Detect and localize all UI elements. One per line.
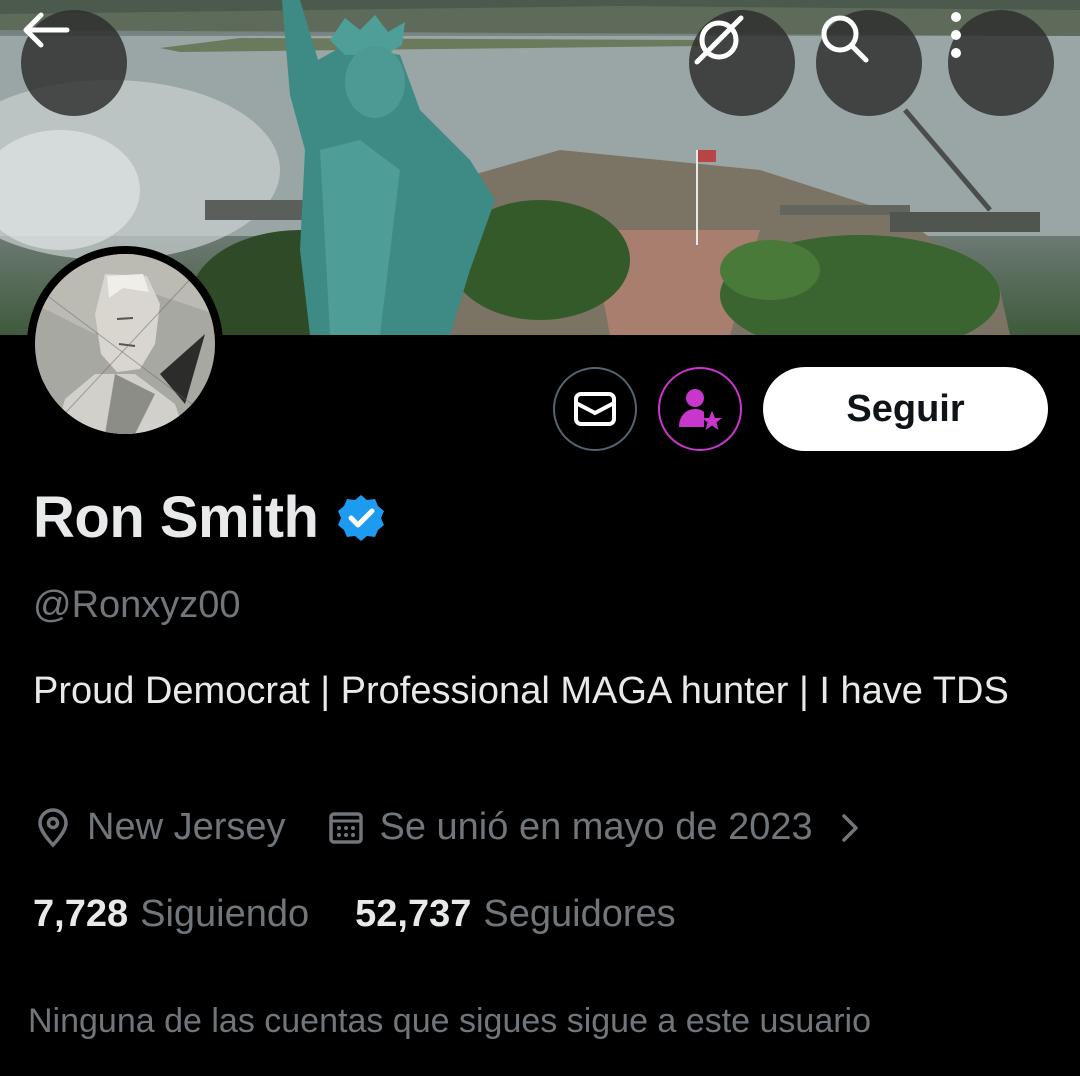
verified-badge-icon[interactable] [336, 493, 386, 543]
message-button[interactable] [553, 367, 637, 451]
person-star-icon [679, 389, 722, 430]
location-pin-icon [38, 807, 68, 848]
name-row: Ron Smith [33, 484, 386, 551]
followers-link[interactable]: 52,737 Seguidores [355, 893, 675, 936]
followers-label: Seguidores [483, 893, 676, 935]
more-options-button[interactable] [948, 10, 1054, 116]
subscribe-button[interactable] [658, 367, 742, 451]
location-item: New Jersey [33, 806, 286, 849]
following-link[interactable]: 7,728 Siguiendo [33, 893, 309, 936]
search-button[interactable] [816, 10, 922, 116]
arrow-left-icon [23, 12, 70, 48]
profile-avatar[interactable] [27, 246, 223, 442]
following-count: 7,728 [33, 893, 129, 935]
profile-meta: New Jersey Se unió en mayo de 2023 [33, 806, 865, 849]
more-vertical-icon [951, 12, 961, 58]
grok-icon [694, 15, 744, 65]
mutual-followers-note: Ninguna de las cuentas que sigues sigue … [28, 1002, 872, 1040]
avatar-image [35, 254, 215, 434]
joined-text: Se unió en mayo de 2023 [379, 806, 813, 848]
profile-bio: Proud Democrat | Professional MAGA hunte… [33, 670, 1009, 712]
following-label: Siguiendo [140, 893, 310, 935]
display-name: Ron Smith [33, 485, 319, 550]
follow-stats: 7,728 Siguiendo 52,737 Seguidores [33, 893, 676, 936]
location-text: New Jersey [87, 806, 286, 848]
search-icon [821, 15, 869, 63]
grok-button[interactable] [689, 10, 795, 116]
profile-handle: @Ronxyz00 [33, 584, 241, 626]
profile-page: Seguir Ron Smith @Ronxyz00 Proud Democra… [0, 0, 1080, 1076]
follow-button[interactable]: Seguir [763, 367, 1048, 451]
chevron-right-icon [841, 813, 858, 842]
joined-item[interactable]: Se unió en mayo de 2023 [326, 806, 865, 849]
back-button[interactable] [21, 10, 127, 116]
envelope-icon [574, 392, 616, 426]
calendar-icon [328, 811, 363, 844]
followers-count: 52,737 [355, 893, 472, 935]
